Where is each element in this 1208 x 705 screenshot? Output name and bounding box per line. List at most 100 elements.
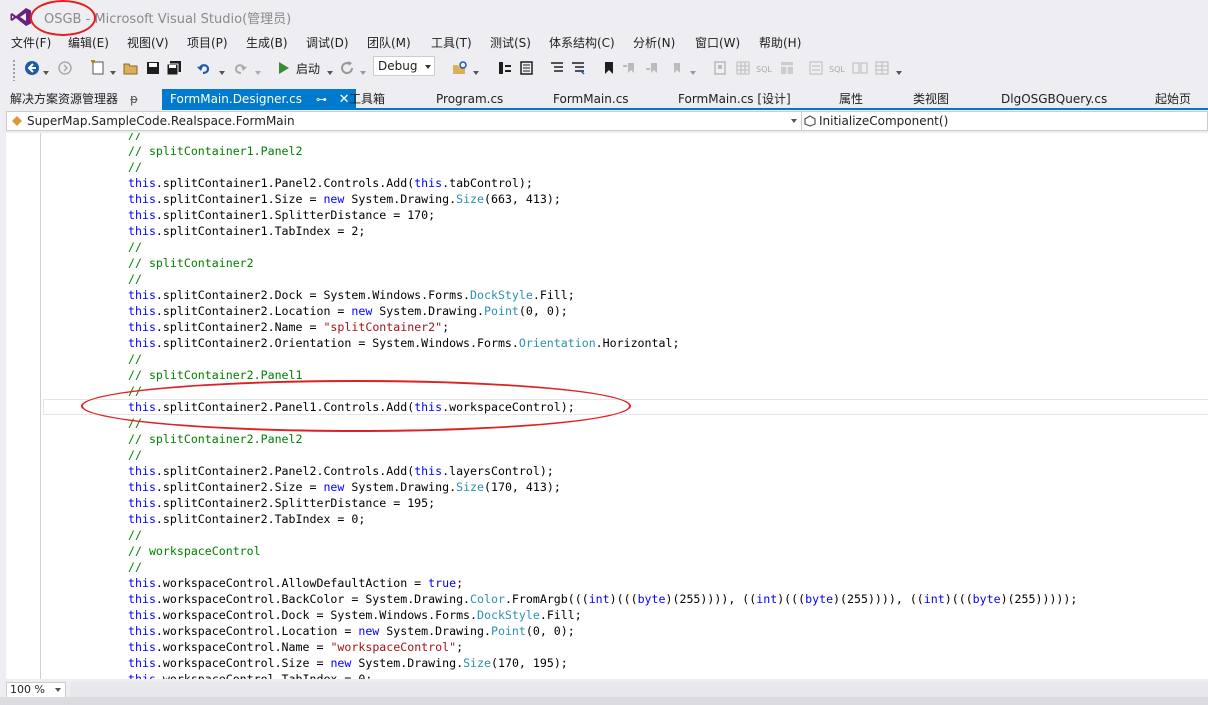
code-editor[interactable]: //// splitContainer1.Panel2//this.splitC…: [6, 133, 1208, 679]
save-icon[interactable]: [145, 60, 161, 76]
code-token: // splitContainer2: [128, 256, 254, 270]
chevron-down-icon[interactable]: [690, 65, 696, 81]
menu-test[interactable]: 测试(S): [490, 34, 531, 51]
open-file-icon[interactable]: [123, 60, 139, 76]
tab-start-page[interactable]: 起始页: [1155, 89, 1191, 110]
sql-icon[interactable]: SQL: [756, 60, 774, 76]
menu-edit[interactable]: 编辑(E): [68, 34, 109, 51]
zoom-dropdown[interactable]: 100 %: [6, 682, 66, 698]
toolbar-overflow-icon[interactable]: [896, 65, 902, 81]
tab-solution-explorer[interactable]: 解决方案资源管理器: [10, 89, 118, 110]
code-token: this: [128, 176, 156, 190]
menu-team[interactable]: 团队(M): [367, 34, 411, 51]
menu-tools[interactable]: 工具(T): [431, 34, 472, 51]
tab-formmain-designer[interactable]: FormMain.Designer.cs ⊶ ✕: [162, 89, 356, 110]
properties-window-icon[interactable]: [518, 60, 534, 76]
navigate-forward-icon[interactable]: [57, 60, 73, 76]
code-token: this: [128, 592, 156, 606]
new-project-icon[interactable]: [90, 60, 106, 76]
menu-project[interactable]: 项目(P): [187, 34, 228, 51]
code-token: .splitContainer2.Panel2.Controls.Add(: [155, 464, 415, 478]
pin-icon[interactable]: ᵽ: [130, 89, 138, 110]
standard-toolbar: 启动 SQL SQL: [0, 53, 1208, 85]
code-line: //: [128, 527, 142, 543]
find-in-files-icon[interactable]: [452, 60, 468, 76]
sql-query-icon[interactable]: SQL: [829, 60, 847, 76]
code-token: //: [128, 133, 142, 142]
code-token: //: [128, 416, 142, 430]
menu-file[interactable]: 文件(F): [11, 34, 51, 51]
close-icon[interactable]: ✕: [339, 92, 350, 107]
previous-bookmark-icon[interactable]: [622, 60, 638, 76]
data-compare-icon[interactable]: [852, 60, 868, 76]
solution-configuration-dropdown[interactable]: Debug: [373, 56, 435, 76]
code-token: this: [128, 192, 156, 206]
outlining-line: [40, 133, 41, 679]
method-icon: [804, 114, 816, 127]
chevron-down-icon[interactable]: [43, 65, 49, 81]
tab-formmain[interactable]: FormMain.cs: [553, 89, 629, 110]
code-line: // splitContainer2.Panel1: [128, 367, 303, 383]
table-tool-icon[interactable]: [779, 60, 795, 76]
code-token: )(((: [944, 592, 973, 606]
uncomment-lines-icon[interactable]: [570, 60, 586, 76]
chevron-down-icon[interactable]: [473, 65, 479, 81]
chevron-down-icon[interactable]: [219, 65, 225, 81]
chevron-down-icon[interactable]: [360, 65, 366, 81]
tab-dlgosgbquery[interactable]: DlgOSGBQuery.cs: [1001, 89, 1107, 110]
configuration-value: Debug: [378, 59, 418, 73]
code-token: .workspaceControl.TabIndex = 0;: [155, 672, 373, 679]
code-token: this: [128, 624, 156, 638]
chevron-down-icon[interactable]: [255, 65, 261, 81]
code-token: .workspaceControl);: [442, 400, 575, 414]
start-debugging-button[interactable]: 启动: [278, 60, 320, 76]
save-all-icon[interactable]: [166, 60, 182, 76]
chevron-down-icon[interactable]: [110, 65, 116, 81]
menu-debug[interactable]: 调试(D): [306, 34, 349, 51]
tab-formmain-design[interactable]: FormMain.cs [设计]: [678, 89, 791, 110]
code-line: this.splitContainer1.TabIndex = 2;: [128, 223, 365, 239]
menu-help[interactable]: 帮助(H): [759, 34, 801, 51]
code-line: //: [128, 351, 142, 367]
code-token: this: [128, 656, 156, 670]
class-name: SuperMap.SampleCode.Realspace.FormMain: [27, 114, 295, 128]
schema-tool-icon[interactable]: [808, 60, 824, 76]
class-dropdown[interactable]: SuperMap.SampleCode.Realspace.FormMain: [7, 112, 802, 130]
code-token: .splitContainer2.Dock = System.Windows.F…: [155, 288, 471, 302]
tab-program[interactable]: Program.cs: [436, 89, 503, 110]
toolbar-grip[interactable]: [12, 59, 16, 81]
code-token: .splitContainer2.SplitterDistance = 195;: [155, 496, 436, 510]
solution-explorer-icon[interactable]: [497, 60, 513, 76]
clear-bookmarks-icon[interactable]: [668, 60, 684, 76]
menu-window[interactable]: 窗口(W): [695, 34, 740, 51]
bookmark-icon[interactable]: [601, 60, 617, 76]
code-token: //: [128, 352, 142, 366]
menu-analyze[interactable]: 分析(N): [633, 34, 675, 51]
menu-architecture[interactable]: 体系结构(C): [549, 34, 615, 51]
tab-toolbox[interactable]: 工具箱: [349, 89, 385, 110]
next-bookmark-icon[interactable]: [645, 60, 661, 76]
code-token: .Fill;: [532, 288, 575, 302]
visual-studio-logo-icon: [10, 8, 31, 26]
code-token: //: [128, 448, 142, 462]
pin-icon[interactable]: ⊶: [316, 93, 327, 106]
horizontal-scrollbar[interactable]: [70, 682, 1208, 698]
code-token: "workspaceControl": [330, 640, 457, 654]
chevron-down-icon[interactable]: [327, 65, 333, 81]
code-line: // workspaceControl: [128, 543, 261, 559]
comment-lines-icon[interactable]: [549, 60, 565, 76]
menu-build[interactable]: 生成(B): [246, 34, 288, 51]
navigate-back-icon[interactable]: [24, 60, 40, 76]
menu-view[interactable]: 视图(V): [127, 34, 169, 51]
code-token: .splitContainer2.Orientation = System.Wi…: [155, 336, 519, 350]
undo-icon[interactable]: [196, 60, 212, 76]
disabled-tool-icon[interactable]: [712, 60, 728, 76]
grid-tool-icon[interactable]: [735, 60, 751, 76]
tab-properties[interactable]: 属性: [839, 89, 863, 110]
refresh-icon[interactable]: [339, 60, 355, 76]
member-dropdown[interactable]: InitializeComponent(): [802, 112, 1202, 130]
code-token: .tabControl);: [442, 176, 533, 190]
tab-class-view[interactable]: 类视图: [913, 89, 949, 110]
redo-icon[interactable]: [232, 60, 248, 76]
layout-tool-icon[interactable]: [874, 60, 890, 76]
